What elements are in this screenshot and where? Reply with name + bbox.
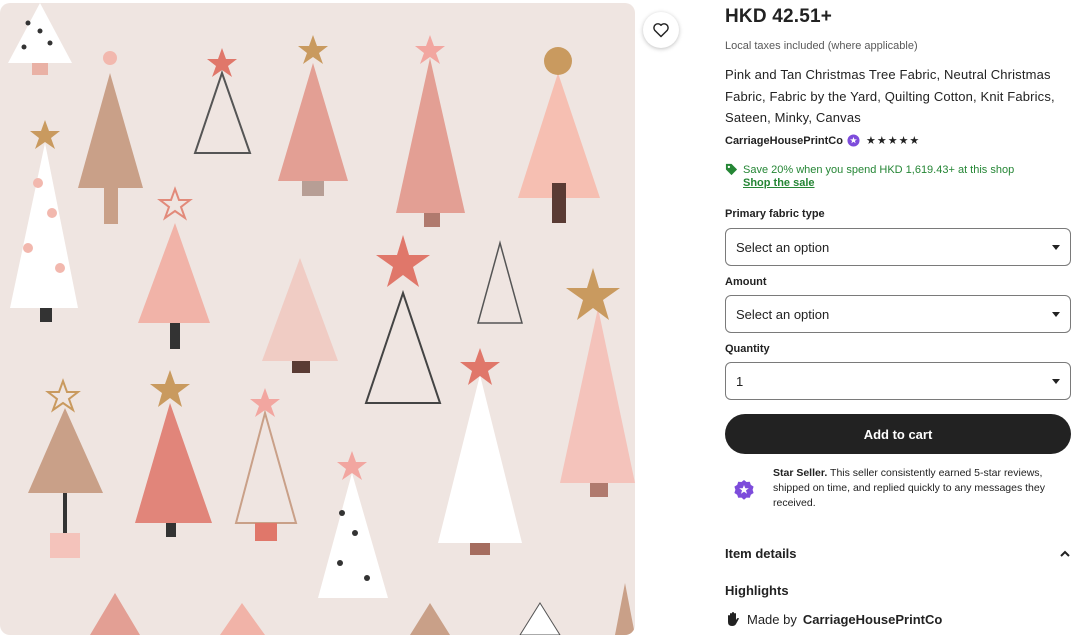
seller-name-link[interactable]: CarriageHousePrintCo — [725, 135, 843, 147]
quantity-label: Quantity — [725, 343, 770, 355]
promo-text: Save 20% when you spend HKD 1,619.43+ at… — [743, 164, 1015, 176]
fabric-type-value: Select an option — [736, 239, 830, 255]
chevron-down-icon — [1052, 311, 1060, 317]
price: HKD 42.51+ — [725, 6, 833, 27]
item-details-toggle[interactable]: Item details — [725, 546, 1071, 561]
quantity-select[interactable]: 1 — [725, 362, 1071, 400]
seller-row: CarriageHousePrintCo ★★★★★ — [725, 134, 920, 147]
made-by-prefix: Made by — [747, 611, 797, 627]
made-by-row: Made by CarriageHousePrintCo — [725, 611, 942, 627]
star-seller-title: Star Seller. — [773, 467, 828, 479]
hand-icon — [728, 612, 739, 626]
star-seller-info: Star Seller. This seller consistently ea… — [733, 466, 1071, 511]
add-to-cart-button[interactable]: Add to cart — [725, 414, 1071, 454]
fabric-type-select[interactable]: Select an option — [725, 228, 1071, 266]
amount-value: Select an option — [736, 306, 830, 322]
made-by-seller-link[interactable]: CarriageHousePrintCo — [803, 612, 942, 627]
tag-icon — [725, 163, 738, 176]
chevron-up-icon — [1060, 550, 1070, 557]
tax-note: Local taxes included (where applicable) — [725, 40, 918, 52]
shop-the-sale-link[interactable]: Shop the sale — [743, 177, 1014, 189]
highlights-heading: Highlights — [725, 583, 789, 598]
chevron-down-icon — [1052, 244, 1060, 250]
chevron-down-icon — [1052, 378, 1060, 384]
rating-stars: ★★★★★ — [865, 135, 921, 147]
star-seller-badge-icon — [734, 480, 754, 500]
product-title: Pink and Tan Christmas Tree Fabric, Neut… — [725, 67, 1055, 125]
amount-label: Amount — [725, 276, 767, 288]
quantity-value: 1 — [736, 373, 744, 389]
heart-icon — [653, 23, 669, 38]
product-image[interactable] — [0, 3, 635, 635]
christmas-tree-fabric-pattern — [8, 3, 635, 635]
favorite-button[interactable] — [643, 12, 679, 48]
star-seller-badge-icon — [847, 134, 860, 147]
fabric-type-label: Primary fabric type — [725, 208, 825, 220]
promo-banner: Save 20% when you spend HKD 1,619.43+ at… — [725, 163, 1014, 189]
amount-select[interactable]: Select an option — [725, 295, 1071, 333]
item-details-label: Item details — [725, 546, 797, 561]
